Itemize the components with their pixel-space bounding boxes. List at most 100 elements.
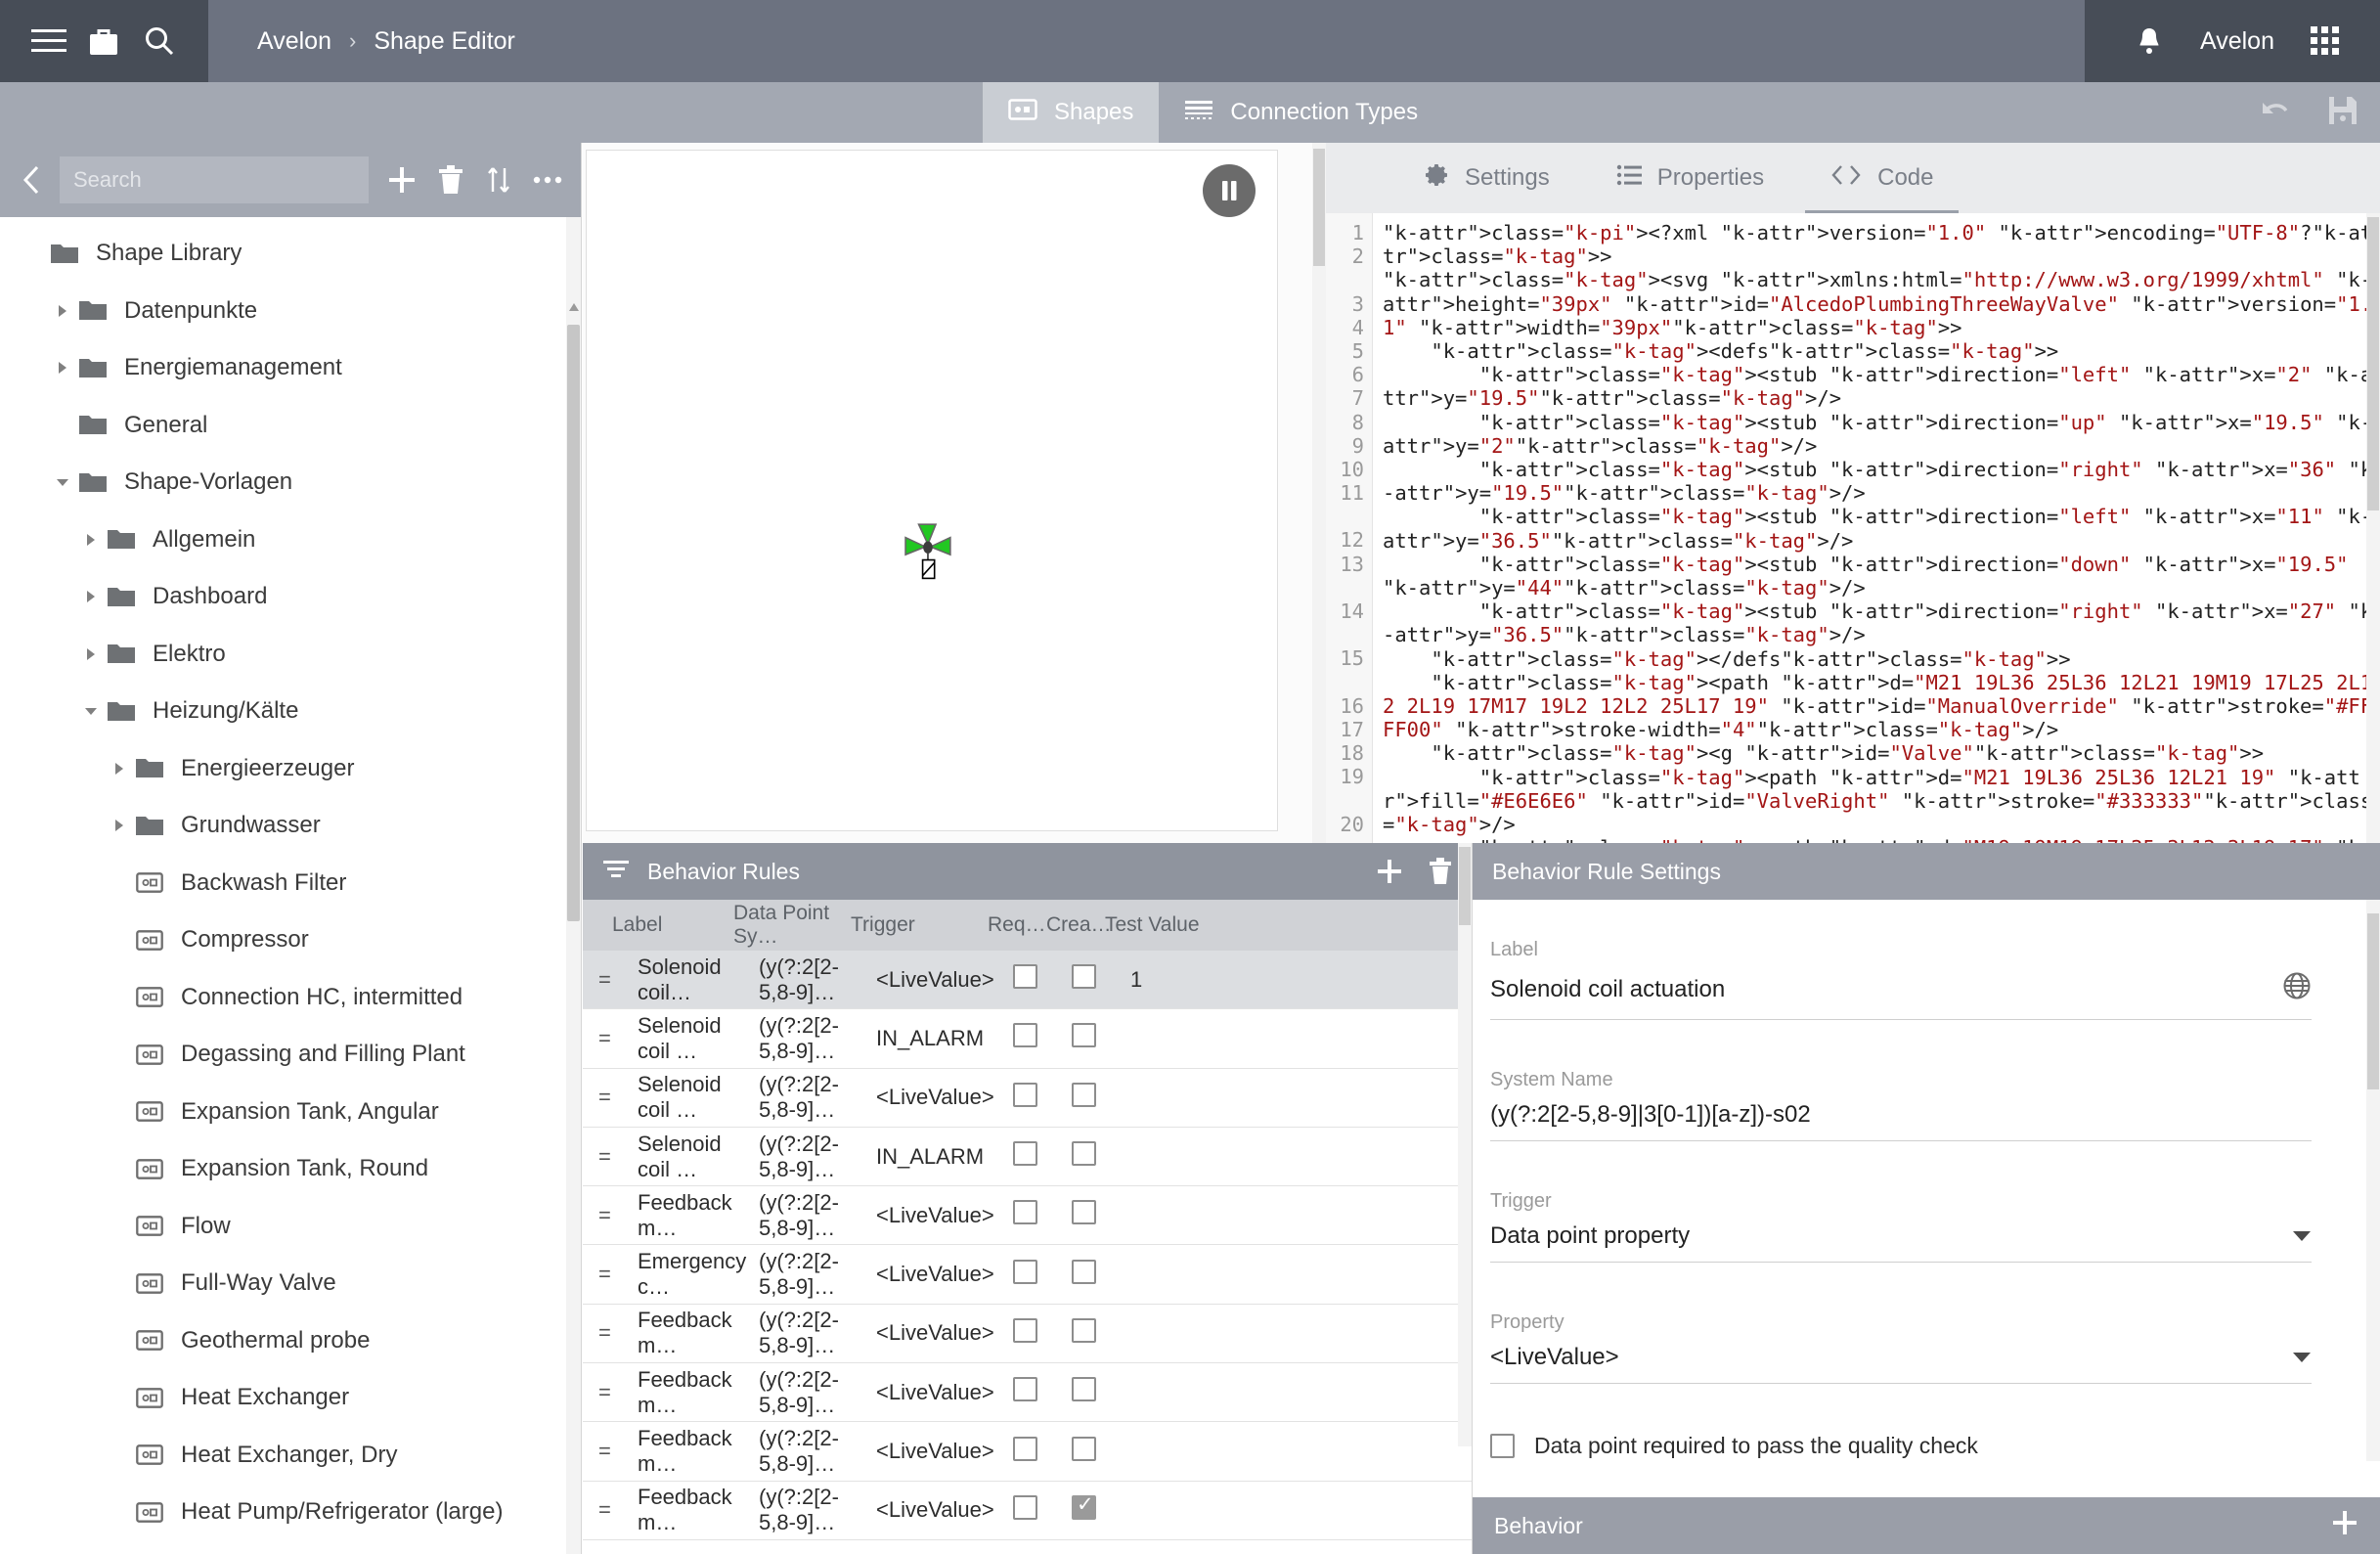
chevron-left-icon[interactable] (18, 159, 46, 200)
cell-create[interactable] (1066, 1200, 1124, 1230)
canvas-scrollbar[interactable] (1312, 143, 1326, 843)
chevron-down-icon[interactable] (74, 704, 108, 718)
add-behavior-button[interactable] (2331, 1509, 2358, 1542)
apps-grid-icon[interactable] (2304, 20, 2347, 63)
delete-icon[interactable] (435, 157, 466, 202)
hamburger-icon[interactable] (27, 20, 70, 63)
code-editor[interactable]: 12 34567891011 1213 14 15 16171819 20 21… (1326, 213, 2380, 843)
row-drag-handle[interactable]: = (591, 1144, 632, 1170)
required-checkbox[interactable] (1013, 964, 1037, 990)
behavior-rules-rows[interactable]: = Solenoid coil… (y(?:2[2-5,8-9]… <LiveValu… (583, 951, 1472, 1554)
create-checkbox[interactable] (1072, 1023, 1096, 1048)
delete-rule-button[interactable] (1429, 858, 1452, 885)
required-checkbox[interactable] (1013, 1259, 1037, 1284)
col-test-value[interactable]: Test Value (1099, 913, 1236, 937)
cell-required[interactable] (1007, 1436, 1066, 1467)
create-checkbox[interactable] (1072, 1317, 1096, 1343)
globe-icon[interactable] (2282, 971, 2312, 1007)
tree-item-elektro[interactable]: Elektro (0, 626, 581, 684)
system-name-row[interactable]: (y(?:2[2-5,8-9]|3[0-1])[a-z])-s02 (1490, 1101, 2312, 1141)
undo-icon[interactable] (2257, 97, 2292, 129)
col-trigger[interactable]: Trigger (845, 913, 982, 937)
tree-item-heizung-k-lte[interactable]: Heizung/Kälte (0, 683, 581, 740)
tree-item-flow[interactable]: Flow (0, 1198, 581, 1256)
create-checkbox[interactable] (1072, 1259, 1096, 1284)
chevron-down-icon[interactable] (2292, 1344, 2312, 1371)
cell-required[interactable] (1007, 1377, 1066, 1407)
required-checkbox[interactable] (1013, 1200, 1037, 1225)
cell-create[interactable] (1066, 1377, 1124, 1407)
cell-required[interactable] (1007, 1494, 1066, 1526)
table-row[interactable]: = Selenoid coil … (y(?:2[2-5,8-9]… IN_ALARM (583, 1009, 1472, 1069)
shape-canvas[interactable] (586, 150, 1278, 831)
row-drag-handle[interactable]: = (591, 1439, 632, 1464)
col-create[interactable]: Crea… (1040, 913, 1112, 937)
chevron-right-icon[interactable] (46, 360, 79, 376)
required-checkbox[interactable] (1013, 1082, 1037, 1107)
required-checkbox[interactable] (1013, 1141, 1037, 1167)
chevron-right-icon[interactable] (74, 646, 108, 662)
table-row[interactable]: = Feedback m… (y(?:2[2-5,8-9]… <LiveValue> (583, 1186, 1472, 1246)
tree-item-heat-pump-refrigerator-large[interactable]: Heat Pump/Refrigerator (large) (0, 1484, 581, 1541)
cell-required[interactable] (1007, 1259, 1066, 1290)
user-name[interactable]: Avelon (2200, 27, 2274, 56)
row-drag-handle[interactable]: = (591, 967, 632, 993)
tree-item-allgemein[interactable]: Allgemein (0, 511, 581, 569)
property-select[interactable]: <LiveValue> (1490, 1344, 2312, 1384)
tree-item-energiemanagement[interactable]: Energiemanagement (0, 339, 581, 397)
filter-icon[interactable] (602, 858, 630, 886)
table-row[interactable]: = Feedback m… (y(?:2[2-5,8-9]… <LiveValue> (583, 1422, 1472, 1482)
label-field-value[interactable]: Solenoid coil actuation (1490, 976, 2282, 1003)
scroll-up-arrow-icon[interactable] (567, 299, 580, 317)
chevron-right-icon[interactable] (74, 532, 108, 548)
cell-required[interactable] (1007, 1200, 1066, 1230)
table-row[interactable]: = Feedback m… (y(?:2[2-5,8-9]… <LiveValue> (583, 1482, 1472, 1540)
table-row[interactable]: = Solenoid coil… (y(?:2[2-5,8-9]… <LiveValu… (583, 951, 1472, 1010)
cell-create[interactable] (1066, 1492, 1124, 1526)
create-checkbox[interactable] (1072, 1200, 1096, 1225)
tab-shapes[interactable]: Shapes (983, 82, 1160, 143)
cell-required[interactable] (1007, 1141, 1066, 1172)
tree-item-full-way-valve[interactable]: Full-Way Valve (0, 1255, 581, 1312)
rules-scrollbar[interactable] (1458, 843, 1472, 1446)
canvas-scroll-thumb[interactable] (1313, 149, 1325, 266)
tree-item-grundwasser[interactable]: Grundwasser (0, 797, 581, 855)
cell-create[interactable] (1066, 1023, 1124, 1053)
required-checkbox[interactable] (1013, 1023, 1037, 1048)
settings-scroll-thumb[interactable] (2367, 913, 2379, 1089)
chevron-right-icon[interactable] (103, 761, 136, 777)
tab-settings[interactable]: Settings (1390, 143, 1583, 213)
code-scroll-thumb[interactable] (2367, 217, 2379, 511)
tree-item-heat-exchanger[interactable]: Heat Exchanger (0, 1369, 581, 1427)
row-drag-handle[interactable]: = (591, 1497, 632, 1523)
quality-check-checkbox-row[interactable]: Data point required to pass the quality … (1490, 1433, 2312, 1459)
row-drag-handle[interactable]: = (591, 1203, 632, 1228)
chevron-down-icon[interactable] (46, 475, 79, 489)
cell-required[interactable] (1007, 1023, 1066, 1053)
label-field-row[interactable]: Solenoid coil actuation (1490, 971, 2312, 1020)
required-checkbox[interactable] (1013, 1436, 1037, 1461)
row-drag-handle[interactable]: = (591, 1085, 632, 1110)
create-checkbox[interactable] (1072, 1082, 1096, 1107)
col-label[interactable]: Label (606, 913, 727, 937)
tree-item-connection-hc-intermitted[interactable]: Connection HC, intermitted (0, 969, 581, 1027)
tree-item-expansion-tank-round[interactable]: Expansion Tank, Round (0, 1140, 581, 1198)
chevron-right-icon[interactable] (103, 818, 136, 833)
tree-item-datenpunkte[interactable]: Datenpunkte (0, 283, 581, 340)
search-input[interactable] (59, 156, 369, 203)
tree-item-backwash-filter[interactable]: Backwash Filter (0, 855, 581, 912)
cell-create[interactable] (1066, 1082, 1124, 1113)
row-drag-handle[interactable]: = (591, 1026, 632, 1051)
cell-required[interactable] (1007, 964, 1066, 995)
shape-library-tree[interactable]: Shape Library Datenpunkte Energiemanagemen… (0, 217, 581, 1554)
cell-create[interactable] (1066, 964, 1124, 995)
required-checkbox[interactable] (1013, 1494, 1037, 1520)
add-icon[interactable] (386, 157, 418, 202)
bell-icon[interactable] (2128, 20, 2171, 63)
tree-item-dashboard[interactable]: Dashboard (0, 568, 581, 626)
tree-item-compressor[interactable]: Compressor (0, 911, 581, 969)
cell-required[interactable] (1007, 1082, 1066, 1113)
table-row[interactable]: = Selenoid coil … (y(?:2[2-5,8-9]… <LiveVal… (583, 1069, 1472, 1128)
more-icon[interactable] (532, 157, 563, 202)
tree-item-expansion-tank-angular[interactable]: Expansion Tank, Angular (0, 1084, 581, 1141)
